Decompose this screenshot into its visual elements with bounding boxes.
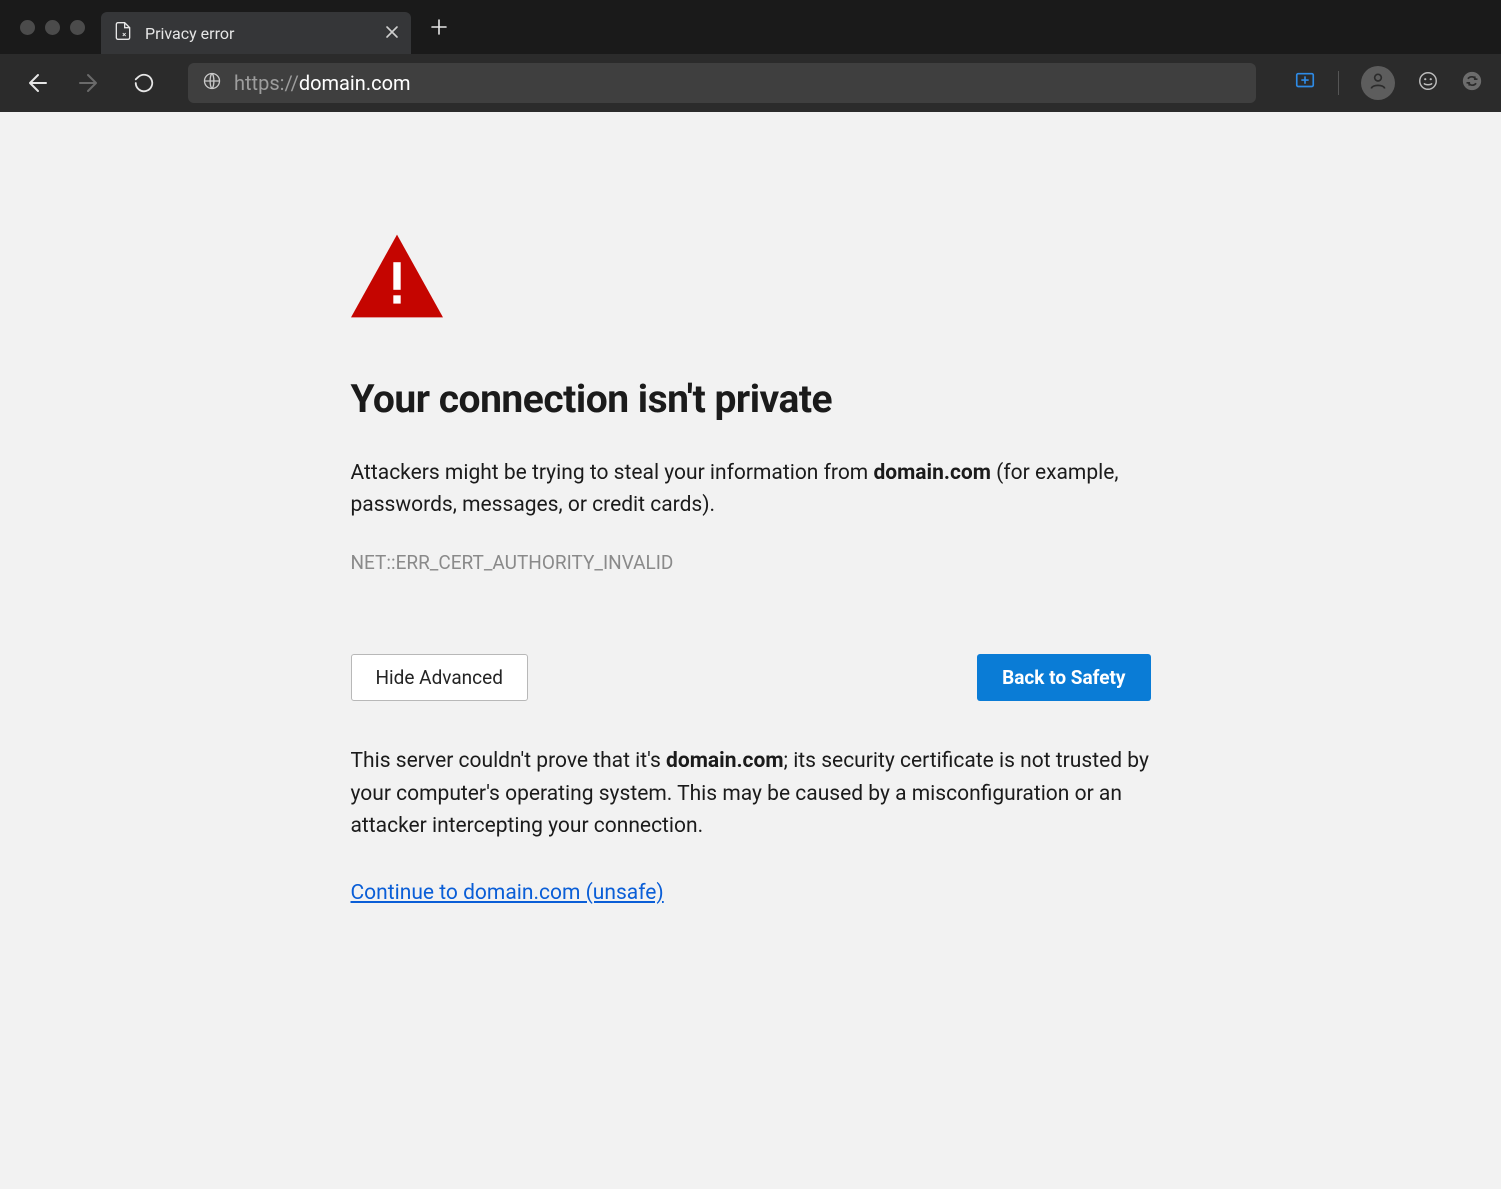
back-to-safety-button[interactable]: Back to Safety	[977, 654, 1150, 701]
browser-toolbar: https://domain.com	[0, 54, 1501, 112]
toolbar-right-icons	[1294, 66, 1483, 100]
window-maximize-button[interactable]	[70, 20, 85, 35]
new-tab-button[interactable]	[421, 9, 457, 45]
proceed-unsafe-link[interactable]: Continue to domain.com (unsafe)	[351, 881, 664, 905]
feedback-icon[interactable]	[1417, 70, 1439, 96]
file-error-icon	[113, 21, 133, 45]
error-content: Your connection isn't private Attackers …	[351, 112, 1151, 1189]
advanced-description: This server couldn't prove that it's dom…	[351, 745, 1151, 843]
close-tab-button[interactable]	[385, 24, 399, 43]
profile-button[interactable]	[1361, 66, 1395, 100]
browser-tab[interactable]: Privacy error	[101, 12, 411, 54]
address-bar[interactable]: https://domain.com	[188, 63, 1256, 103]
sync-icon[interactable]	[1461, 70, 1483, 96]
window-traffic-lights	[6, 20, 101, 35]
warning-triangle-icon	[351, 230, 1151, 326]
error-description: Attackers might be trying to steal your …	[351, 458, 1151, 521]
window-close-button[interactable]	[20, 20, 35, 35]
hide-advanced-button[interactable]: Hide Advanced	[351, 654, 528, 701]
forward-button[interactable]	[72, 65, 108, 101]
error-title: Your connection isn't private	[351, 376, 1151, 422]
person-icon	[1368, 71, 1388, 95]
toolbar-divider	[1338, 71, 1339, 95]
error-code: NET::ERR_CERT_AUTHORITY_INVALID	[351, 551, 1151, 574]
back-button[interactable]	[18, 65, 54, 101]
advanced-domain: domain.com	[666, 749, 784, 773]
url-text: https://domain.com	[234, 71, 411, 95]
window-minimize-button[interactable]	[45, 20, 60, 35]
error-buttons: Hide Advanced Back to Safety	[351, 654, 1151, 701]
refresh-button[interactable]	[126, 65, 162, 101]
tab-title: Privacy error	[145, 24, 234, 43]
tracking-prevention-icon[interactable]	[1294, 70, 1316, 96]
url-host: domain.com	[299, 71, 411, 95]
window-titlebar: Privacy error	[0, 0, 1501, 54]
page-body: Your connection isn't private Attackers …	[0, 112, 1501, 1189]
error-domain: domain.com	[873, 461, 991, 485]
url-scheme: https://	[234, 71, 299, 95]
site-info-icon[interactable]	[202, 71, 222, 96]
